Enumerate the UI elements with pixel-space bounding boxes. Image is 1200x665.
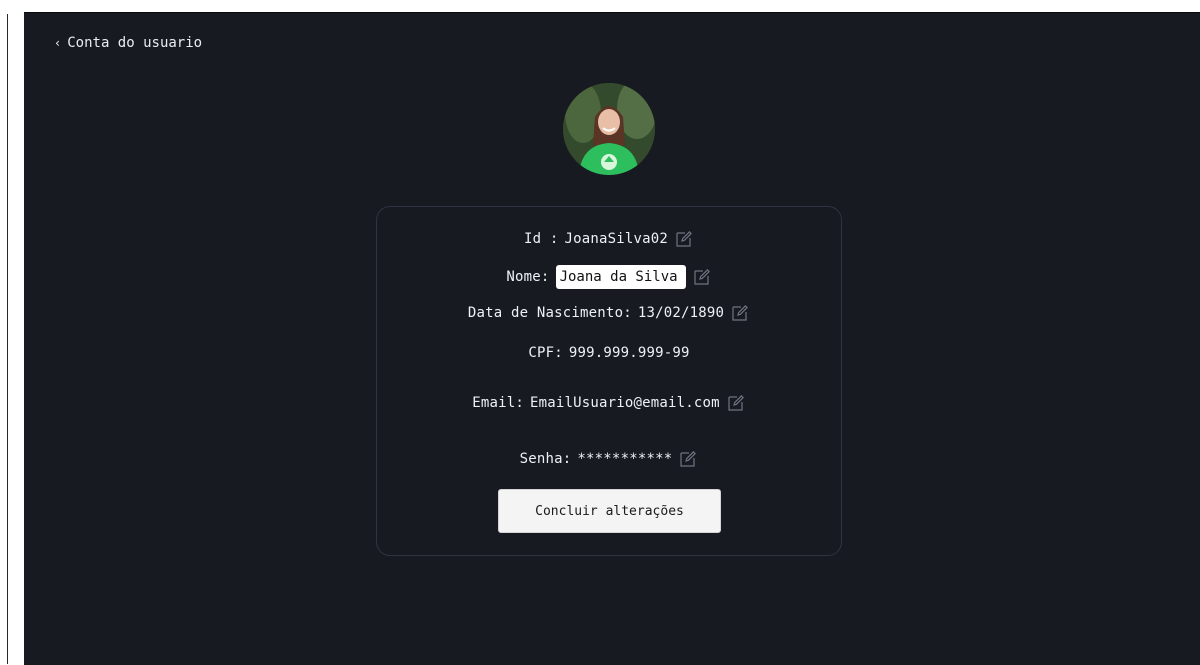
field-nome: Nome: (377, 265, 841, 289)
page-frame: ‹ Conta do usuario Id : JoanaSilva02 Nom… (0, 0, 1200, 665)
birthdate-value: 13/02/1890 (637, 305, 725, 321)
field-label: Id : (523, 231, 559, 247)
field-cpf: CPF: 999.999.999-99 (377, 345, 841, 361)
avatar-photo (563, 83, 655, 175)
save-changes-button[interactable]: Concluir alterações (498, 489, 721, 533)
email-value: EmailUsuario@email.com (529, 395, 720, 411)
field-senha: Senha: *********** (377, 449, 841, 469)
edit-icon[interactable] (678, 449, 698, 469)
edit-icon[interactable] (726, 393, 746, 413)
account-screen: ‹ Conta do usuario Id : JoanaSilva02 Nom… (24, 12, 1200, 665)
field-label: Senha: (519, 451, 572, 467)
id-value: JoanaSilva02 (564, 231, 669, 247)
back-button[interactable]: ‹ Conta do usuario (54, 35, 202, 51)
field-email: Email: EmailUsuario@email.com (377, 393, 841, 413)
field-label: Nome: (506, 269, 550, 285)
profile-card: Id : JoanaSilva02 Nome: Joana da Silva D… (376, 206, 842, 556)
edit-icon[interactable] (730, 303, 750, 323)
page-title: Conta do usuario (67, 35, 203, 51)
field-label: Data de Nascimento: (467, 305, 632, 321)
password-value: *********** (577, 451, 673, 467)
field-id: Id : JoanaSilva02 (377, 229, 841, 249)
field-label: CPF: (528, 345, 563, 361)
field-nascimento: Data de Nascimento: 13/02/1890 (377, 303, 841, 323)
avatar (563, 83, 655, 175)
chevron-left-icon: ‹ (54, 36, 62, 50)
left-divider (7, 14, 8, 664)
cpf-value: 999.999.999-99 (568, 345, 690, 361)
edit-icon[interactable] (674, 229, 694, 249)
field-label: Email: (472, 395, 524, 411)
edit-icon[interactable] (692, 267, 712, 287)
name-field[interactable] (555, 265, 686, 289)
